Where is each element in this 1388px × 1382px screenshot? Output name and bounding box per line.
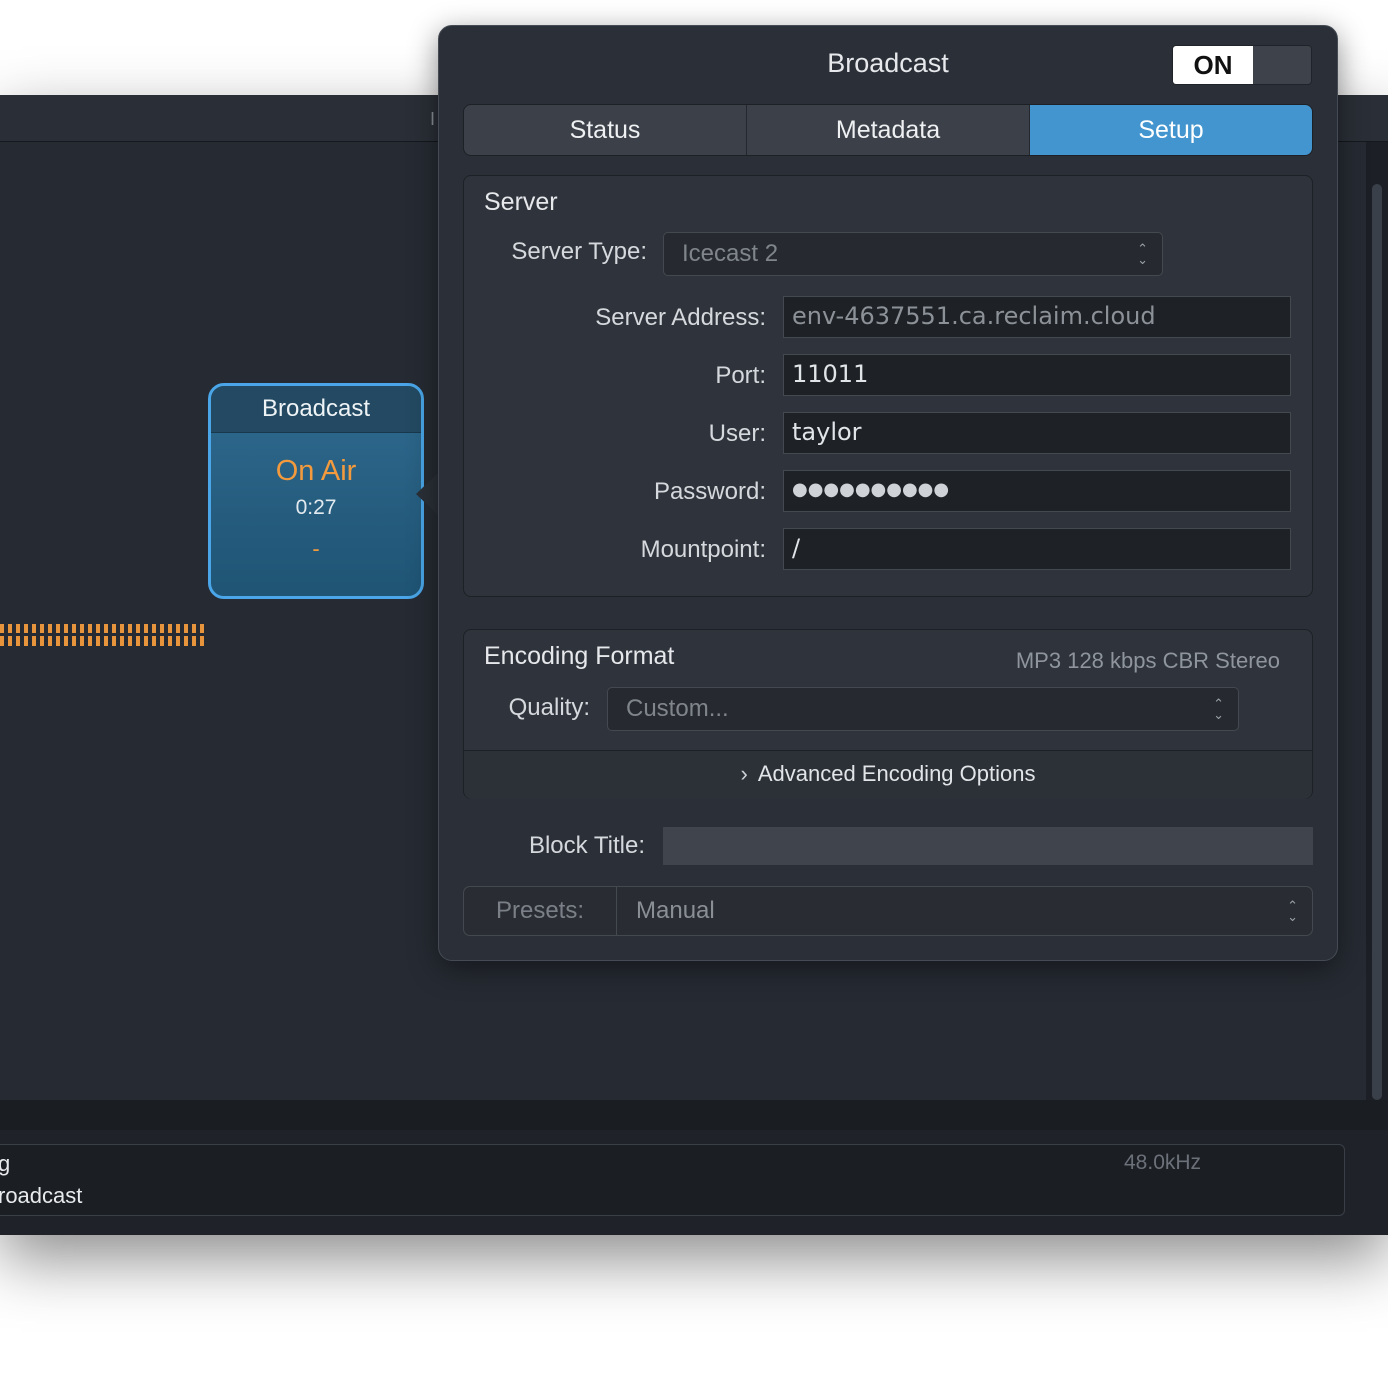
encoding-format-group: Encoding Format MP3 128 kbps CBR Stereo … (463, 629, 1313, 799)
encoding-summary: MP3 128 kbps CBR Stereo (1015, 648, 1280, 673)
quality-label: Quality: (508, 694, 590, 721)
footer-line-2: roadcast (0, 1183, 83, 1208)
broadcast-popover: Broadcast ON Status Metadata Setup Serve… (438, 25, 1338, 961)
chevron-up-down-icon: ⌃ ⌄ (1213, 696, 1224, 722)
user-label: User: (708, 420, 766, 447)
presets-label: Presets: (464, 887, 617, 935)
server-type-value: Icecast 2 (682, 240, 779, 267)
status-strip (0, 1100, 1388, 1130)
toolbar-text-fragment: I (430, 109, 436, 129)
presets-control[interactable]: Presets: Manual ⌃ ⌄ (463, 886, 1313, 936)
sample-rate: 48.0kHz (1124, 1151, 1202, 1174)
chevron-up-down-icon: ⌃ ⌄ (1287, 898, 1298, 924)
presets-value: Manual (636, 897, 715, 924)
server-type-select[interactable]: Icecast 2 ⌃ ⌄ (663, 232, 1163, 276)
quality-value: Custom... (626, 695, 729, 722)
chevron-right-icon: › (740, 761, 748, 786)
block-secondary-status: - (312, 536, 320, 561)
advanced-encoding-options-disclosure[interactable]: › Advanced Encoding Options (464, 750, 1312, 799)
scrollbar-thumb[interactable] (1372, 184, 1382, 1100)
block-title-field[interactable] (663, 827, 1313, 865)
server-group: Server Server Type: Icecast 2 ⌃ ⌄ Server … (463, 175, 1313, 597)
vertical-scrollbar[interactable] (1366, 142, 1388, 1100)
footer-info-panel: g roadcast 48.0kHz (0, 1144, 1345, 1216)
port-field[interactable]: 11011 (783, 354, 1291, 396)
server-type-label: Server Type: (511, 238, 647, 265)
advanced-encoding-options-label: Advanced Encoding Options (757, 761, 1036, 786)
port-label: Port: (715, 362, 766, 389)
broadcast-on-toggle[interactable]: ON (1172, 45, 1312, 85)
password-field[interactable]: ●●●●●●●●●● (783, 470, 1291, 512)
popover-arrow (416, 472, 439, 516)
mountpoint-label: Mountpoint: (640, 536, 766, 563)
toggle-on-label: ON (1173, 46, 1253, 84)
password-label: Password: (653, 478, 766, 505)
server-address-label: Server Address: (595, 304, 766, 331)
mountpoint-field[interactable]: / (783, 528, 1291, 570)
footer-line-1: g (0, 1151, 11, 1176)
server-address-field[interactable]: env-4637551.ca.reclaim.cloud (783, 296, 1291, 338)
on-air-status: On Air (275, 455, 357, 487)
broadcast-elapsed-time: 0:27 (295, 496, 337, 519)
tab-status[interactable]: Status (464, 105, 747, 155)
encoding-group-title: Encoding Format (484, 642, 675, 670)
tab-metadata[interactable]: Metadata (747, 105, 1030, 155)
block-title-label: Block Title: (528, 832, 645, 859)
user-field[interactable]: taylor (783, 412, 1291, 454)
broadcast-block[interactable]: Broadcast On Air 0:27 - (208, 383, 424, 599)
level-meter (0, 624, 204, 646)
server-group-title: Server (484, 188, 558, 216)
tab-bar: Status Metadata Setup (463, 104, 1313, 156)
chevron-up-down-icon: ⌃ ⌄ (1137, 241, 1148, 267)
block-title: Broadcast (211, 386, 421, 433)
quality-select[interactable]: Custom... ⌃ ⌄ (607, 687, 1239, 731)
tab-setup[interactable]: Setup (1030, 105, 1312, 155)
